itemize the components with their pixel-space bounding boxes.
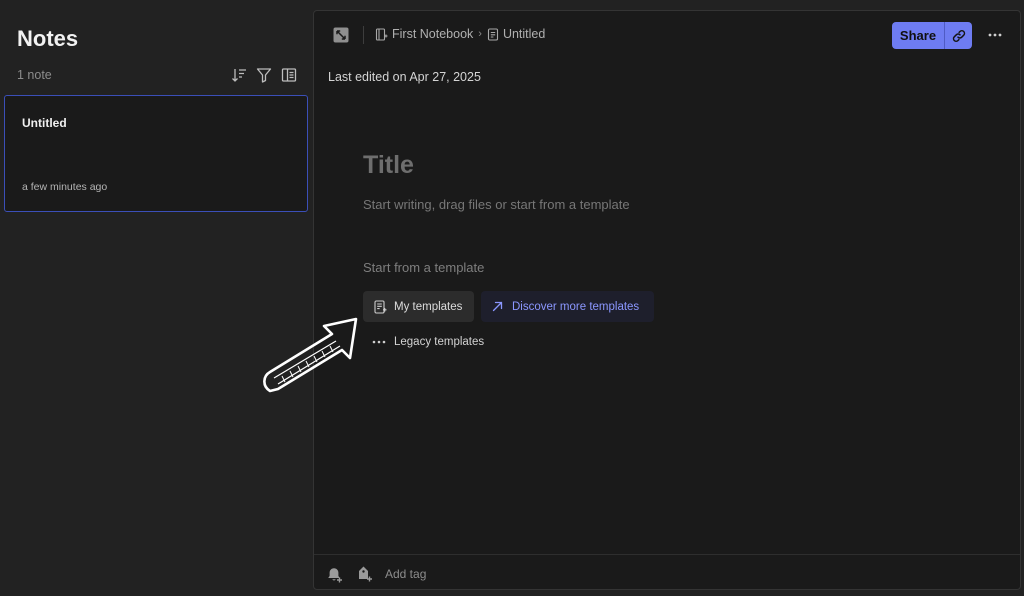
- reminder-button[interactable]: [326, 566, 344, 584]
- breadcrumb-notebook-label: First Notebook: [392, 27, 474, 41]
- my-templates-button[interactable]: My templates: [363, 291, 474, 322]
- note-list-item-title: Untitled: [22, 116, 67, 130]
- more-options-button[interactable]: [986, 26, 1004, 44]
- chevron-right-icon: ›: [478, 28, 482, 40]
- expand-icon: [333, 27, 349, 43]
- sidebar-toolbar: [230, 66, 297, 83]
- breadcrumb-note[interactable]: Untitled: [487, 27, 545, 41]
- last-edited-text: Last edited on Apr 27, 2025: [328, 70, 481, 84]
- note-editor: First Notebook › Untitled Share Last edi…: [313, 10, 1021, 590]
- copy-link-button[interactable]: [944, 22, 972, 49]
- discover-templates-label: Discover more templates: [512, 300, 640, 313]
- tag-plus-icon: [359, 566, 372, 582]
- bell-plus-icon: [328, 568, 342, 583]
- notes-sidebar: Notes 1 note Untitled a few minutes ago: [0, 0, 312, 596]
- breadcrumb-notebook[interactable]: First Notebook: [375, 27, 473, 41]
- link-icon: [952, 29, 965, 42]
- annotation-arrow-icon: [263, 317, 358, 393]
- sidebar-title: Notes: [17, 26, 79, 51]
- add-tag-input[interactable]: [385, 567, 495, 581]
- editor-topbar: First Notebook › Untitled Share: [314, 11, 1020, 59]
- notebook-icon: [375, 27, 388, 41]
- topbar-divider: [363, 26, 364, 44]
- my-templates-label: My templates: [394, 300, 463, 313]
- legacy-templates-button[interactable]: Legacy templates: [372, 336, 484, 348]
- add-tag-icon-button[interactable]: [356, 565, 374, 583]
- share-button[interactable]: Share: [892, 22, 944, 49]
- view-toggle-icon: [281, 67, 296, 82]
- note-icon: [487, 27, 499, 41]
- breadcrumb-note-label: Untitled: [502, 27, 546, 41]
- note-body-input[interactable]: Start writing, drag files or start from …: [363, 197, 630, 212]
- more-horizontal-icon: [372, 340, 386, 344]
- template-section-label: Start from a template: [363, 260, 485, 275]
- view-toggle-button[interactable]: [280, 66, 297, 83]
- breadcrumb: First Notebook › Untitled: [375, 27, 545, 41]
- template-icon: [374, 299, 387, 314]
- filter-icon: [256, 67, 271, 83]
- note-title-input[interactable]: Title: [363, 151, 414, 180]
- note-list-item[interactable]: Untitled a few minutes ago: [4, 95, 308, 212]
- expand-button[interactable]: [333, 27, 349, 43]
- editor-footer: [314, 554, 1020, 590]
- arrow-up-right-icon: [492, 301, 503, 312]
- note-count: 1 note: [17, 68, 52, 82]
- sort-button[interactable]: [230, 66, 247, 83]
- discover-templates-button[interactable]: Discover more templates: [481, 291, 654, 322]
- note-list-item-time: a few minutes ago: [22, 181, 108, 193]
- more-horizontal-icon: [988, 33, 1002, 37]
- sort-icon: [231, 68, 246, 82]
- legacy-templates-label: Legacy templates: [394, 336, 485, 348]
- filter-button[interactable]: [255, 66, 272, 83]
